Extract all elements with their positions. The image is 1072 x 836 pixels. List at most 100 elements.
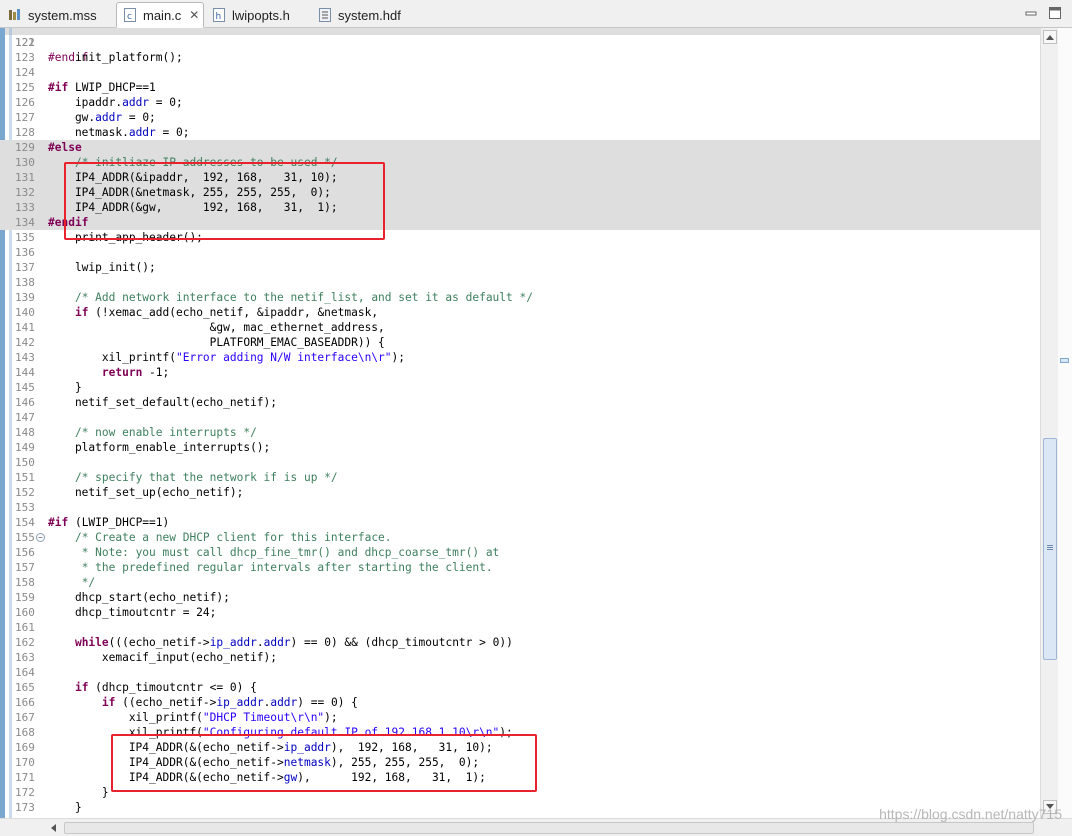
line-code: xemacif_input(echo_netif);: [48, 651, 278, 664]
line-code: xil_printf("Error adding N/W interface\n…: [48, 351, 406, 364]
code-line[interactable]: 164: [0, 665, 1040, 680]
vertical-scrollbar[interactable]: [1040, 28, 1058, 818]
line-code: netif_set_up(echo_netif);: [48, 486, 244, 499]
scroll-up-icon[interactable]: [1043, 30, 1057, 44]
line-number: 168: [15, 726, 35, 739]
code-line[interactable]: 158 */: [0, 575, 1040, 590]
code-line[interactable]: 155− /* Create a new DHCP client for thi…: [0, 530, 1040, 545]
code-line[interactable]: 141 &gw, mac_ethernet_address,: [0, 320, 1040, 335]
code-line[interactable]: 152 netif_set_up(echo_netif);: [0, 485, 1040, 500]
code-line[interactable]: 156 * Note: you must call dhcp_fine_tmr(…: [0, 545, 1040, 560]
code-line[interactable]: 128 netmask.addr = 0;: [0, 125, 1040, 140]
code-line[interactable]: 129 #else: [0, 140, 1040, 155]
code-line[interactable]: 126 ipaddr.addr = 0;: [0, 95, 1040, 110]
code-line[interactable]: 124: [0, 65, 1040, 80]
code-line[interactable]: 143 xil_printf("Error adding N/W interfa…: [0, 350, 1040, 365]
code-line[interactable]: 159 dhcp_start(echo_netif);: [0, 590, 1040, 605]
tab-label: main.c: [143, 7, 182, 23]
highlight-box-dhcp-fallback-ip: [111, 734, 537, 792]
code-line[interactable]: 136: [0, 245, 1040, 260]
code-line[interactable]: 150: [0, 455, 1040, 470]
line-number: 142: [15, 336, 35, 349]
code-line[interactable]: 137 lwip_init();: [0, 260, 1040, 275]
code-line[interactable]: 167 xil_printf("DHCP Timeout\r\n");: [0, 710, 1040, 725]
code-line[interactable]: 161: [0, 620, 1040, 635]
code-lines: 122 123 init_platform(); 124 125 #if LWIP_DH…: [0, 35, 1040, 815]
tab-lwipopts-h[interactable]: h lwipopts.h: [206, 2, 310, 28]
code-line[interactable]: 127 gw.addr = 0;: [0, 110, 1040, 125]
code-line[interactable]: 148 /* now enable interrupts */: [0, 425, 1040, 440]
line-code: /* now enable interrupts */: [74, 426, 257, 439]
line-number: 149: [15, 441, 35, 454]
line-number: 163: [15, 651, 35, 664]
code-line[interactable]: 154 #if (LWIP_DHCP==1): [0, 515, 1040, 530]
line-code: dhcp_timoutcntr = 24;: [48, 606, 217, 619]
code-line[interactable]: 125 #if LWIP_DHCP==1: [0, 80, 1040, 95]
code-line[interactable]: 147: [0, 410, 1040, 425]
tab-system-hdf[interactable]: system.hdf: [312, 2, 422, 28]
line-number: 167: [15, 711, 35, 724]
code-line[interactable]: 145 }: [0, 380, 1040, 395]
line-number: 152: [15, 486, 35, 499]
code-line[interactable]: 138: [0, 275, 1040, 290]
minimize-icon[interactable]: [1024, 6, 1038, 20]
close-tab-icon[interactable]: ✕: [189, 8, 199, 22]
tab-system-mss[interactable]: system.mss: [2, 2, 114, 28]
scroll-left-icon[interactable]: [46, 821, 60, 835]
code-line[interactable]: 144 return -1;: [0, 365, 1040, 380]
line-number: 131: [15, 171, 35, 184]
code-line[interactable]: 166 if ((echo_netif->ip_addr.addr) == 0)…: [0, 695, 1040, 710]
line-number: 143: [15, 351, 35, 364]
code-line[interactable]: 157 * the predefined regular intervals a…: [0, 560, 1040, 575]
line-code: init_platform();: [48, 51, 183, 64]
line-number: 165: [15, 681, 35, 694]
line-code: if (dhcp_timoutcntr <= 0) {: [74, 681, 257, 694]
line-number: 128: [15, 126, 35, 139]
line-number: 156: [15, 546, 35, 559]
code-editor[interactable]: 121 #endif 122 123 init_platform(); 124 125…: [0, 28, 1040, 818]
line-number: 137: [15, 261, 35, 274]
line-code: }: [48, 786, 109, 799]
line-code: lwip_init();: [48, 261, 156, 274]
line-number: 132: [15, 186, 35, 199]
code-line[interactable]: 153: [0, 500, 1040, 515]
scroll-thumb[interactable]: [1043, 438, 1057, 660]
line-number: 158: [15, 576, 35, 589]
maximize-icon[interactable]: [1048, 6, 1062, 20]
line-number: 153: [15, 501, 35, 514]
tab-main-c[interactable]: c main.c ✕: [116, 2, 204, 28]
code-line[interactable]: 146 netif_set_default(echo_netif);: [0, 395, 1040, 410]
line-number: 171: [15, 771, 35, 784]
code-line[interactable]: 122: [0, 35, 1040, 50]
overview-ruler: [1058, 28, 1072, 818]
code-line[interactable]: 139 /* Add network interface to the neti…: [0, 290, 1040, 305]
line-number: 154: [15, 516, 35, 529]
line-number: 133: [15, 201, 35, 214]
tab-label: lwipopts.h: [232, 7, 290, 23]
code-line[interactable]: 165 if (dhcp_timoutcntr <= 0) {: [0, 680, 1040, 695]
line-number: 166: [15, 696, 35, 709]
code-line[interactable]: 160 dhcp_timoutcntr = 24;: [0, 605, 1040, 620]
code-line[interactable]: 151 /* specify that the network if is up…: [0, 470, 1040, 485]
line-code: /* Create a new DHCP client for this int…: [74, 531, 392, 544]
horizontal-scroll-thumb[interactable]: [64, 822, 1034, 834]
line-number: 172: [15, 786, 35, 799]
code-line[interactable]: 149 platform_enable_interrupts();: [0, 440, 1040, 455]
fold-toggle-icon[interactable]: −: [36, 533, 45, 542]
line-code: #if (LWIP_DHCP==1): [48, 516, 170, 529]
line-number: 139: [15, 291, 35, 304]
line-number: 147: [15, 411, 35, 424]
code-line[interactable]: 142 PLATFORM_EMAC_BASEADDR)) {: [0, 335, 1040, 350]
code-line-partial: 121 #endif: [0, 28, 1040, 64]
code-line[interactable]: 140 if (!xemac_add(echo_netif, &ipaddr, …: [0, 305, 1040, 320]
code-line[interactable]: 163 xemacif_input(echo_netif);: [0, 650, 1040, 665]
line-number: 150: [15, 456, 35, 469]
line-number: 138: [15, 276, 35, 289]
line-number: 126: [15, 96, 35, 109]
code-line[interactable]: 162 while(((echo_netif->ip_addr.addr) ==…: [0, 635, 1040, 650]
code-line[interactable]: 123 init_platform();: [0, 50, 1040, 65]
line-number: 136: [15, 246, 35, 259]
overview-marker[interactable]: [1060, 358, 1069, 363]
watermark: https://blog.csdn.net/natty715: [879, 806, 1062, 822]
line-code: }: [48, 801, 82, 814]
